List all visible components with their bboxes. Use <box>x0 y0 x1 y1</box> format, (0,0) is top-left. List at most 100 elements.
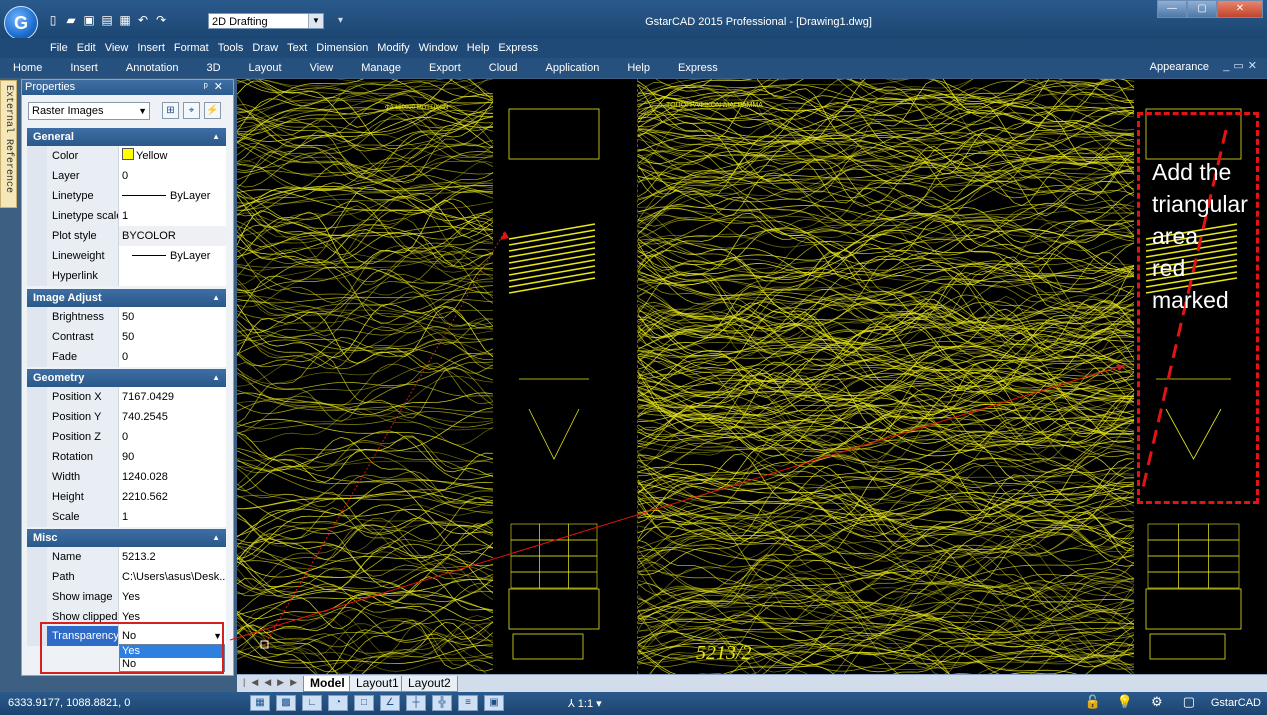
prop-row-show-image[interactable]: Show image Yes <box>27 587 226 607</box>
section-general[interactable]: General ▲ <box>27 128 226 146</box>
prop-value[interactable]: 2210.562 <box>119 487 226 507</box>
prop-value[interactable]: C:\Users\asus\Desk... <box>119 567 226 587</box>
grid-icon[interactable]: ▩ <box>276 695 296 711</box>
prop-row-brightness[interactable]: Brightness 50 <box>27 307 226 327</box>
prop-value[interactable]: 50 <box>119 307 226 327</box>
tab-help[interactable]: Help <box>627 61 650 75</box>
prop-row-lineweight[interactable]: Lineweight ByLayer <box>27 246 226 266</box>
workspace-icon[interactable]: ⚙ <box>1147 695 1167 711</box>
prop-value[interactable]: 740.2545 <box>119 407 226 427</box>
prop-value[interactable]: ByLayer <box>119 186 226 206</box>
prop-row-plot-style[interactable]: Plot style BYCOLOR <box>27 226 226 246</box>
external-reference-strip[interactable]: External Reference <box>0 80 17 208</box>
ortho-icon[interactable]: ∟ <box>302 695 322 711</box>
menu-view[interactable]: View <box>105 40 138 56</box>
prop-value[interactable]: Yellow <box>119 146 226 166</box>
minimize-button[interactable]: — <box>1157 0 1187 18</box>
menu-tools[interactable]: Tools <box>218 40 253 56</box>
select-objects-button[interactable]: ⌖ <box>183 102 200 119</box>
prop-row-linetype[interactable]: Linetype ByLayer <box>27 186 226 206</box>
prop-row-position-x[interactable]: Position X 7167.0429 <box>27 387 226 407</box>
tab-model[interactable]: Model <box>303 676 352 692</box>
prop-value[interactable] <box>119 266 226 286</box>
ribbon-window-controls[interactable]: _▭✕ <box>1223 59 1261 72</box>
menu-window[interactable]: Window <box>419 40 467 56</box>
tab-layout1[interactable]: Layout1 <box>349 676 406 692</box>
prop-value[interactable]: 90 <box>119 447 226 467</box>
tab-express[interactable]: Express <box>678 61 718 75</box>
model-paper-icon[interactable]: ▣ <box>484 695 504 711</box>
lineweight-icon[interactable]: ≡ <box>458 695 478 711</box>
tab-manage[interactable]: Manage <box>361 61 401 75</box>
prop-value[interactable]: 5213.2 <box>119 547 226 567</box>
object-type-select[interactable]: Raster Images ▼ <box>28 102 150 120</box>
menu-format[interactable]: Format <box>174 40 218 56</box>
snap-icon[interactable]: ▦ <box>250 695 270 711</box>
prop-row-hyperlink[interactable]: Hyperlink <box>27 266 226 286</box>
section-geometry[interactable]: Geometry ▲ <box>27 369 226 387</box>
tab-cloud[interactable]: Cloud <box>489 61 518 75</box>
menu-text[interactable]: Text <box>287 40 316 56</box>
lightbulb-icon[interactable]: 💡 <box>1115 695 1135 711</box>
section-image-adjust[interactable]: Image Adjust ▲ <box>27 289 226 307</box>
tab-annotation[interactable]: Annotation <box>126 61 179 75</box>
drawing-canvas[interactable]: ΦΑ 150000 ΜΟΤΣΙΚΟΝ ΤΟΠΟΓΡΑΦΙΚΟΝ ΔΙΑΓΡΑΜΜ… <box>237 79 1267 674</box>
prop-value[interactable]: 1 <box>119 507 226 527</box>
toggle-pickadd-button[interactable]: ⊞ <box>162 102 179 119</box>
prop-value[interactable]: 0 <box>119 427 226 447</box>
tab-insert[interactable]: Insert <box>70 61 98 75</box>
tab-3d[interactable]: 3D <box>206 61 220 75</box>
menu-express[interactable]: Express <box>498 40 547 56</box>
dynamic-ucs-icon[interactable]: ┼ <box>406 695 426 711</box>
pin-icon[interactable]: ᵖ <box>204 81 214 93</box>
otrack-icon[interactable]: ∠ <box>380 695 400 711</box>
layout-nav-arrows-icon[interactable]: |◀◀▶▶| <box>243 677 311 688</box>
menu-edit[interactable]: Edit <box>77 40 105 56</box>
prop-value[interactable]: BYCOLOR <box>119 226 226 246</box>
close-button[interactable]: ✕ <box>1217 0 1263 18</box>
prop-row-rotation[interactable]: Rotation 90 <box>27 447 226 467</box>
menu-dimension[interactable]: Dimension <box>316 40 377 56</box>
tab-export[interactable]: Export <box>429 61 461 75</box>
section-misc[interactable]: Misc ▲ <box>27 529 226 547</box>
osnap-icon[interactable]: □ <box>354 695 374 711</box>
prop-row-scale[interactable]: Scale 1 <box>27 507 226 527</box>
quick-select-button[interactable]: ⚡ <box>204 102 221 119</box>
prop-row-name[interactable]: Name 5213.2 <box>27 547 226 567</box>
clean-screen-icon[interactable]: ▢ <box>1179 695 1199 711</box>
prop-row-position-z[interactable]: Position Z0 <box>27 427 226 447</box>
raster-image-left-sheet[interactable]: ΦΑ 150000 ΜΟΤΣΙΚΟΝ <box>237 79 637 674</box>
prop-value[interactable]: 1 <box>119 206 226 226</box>
prop-row-fade[interactable]: Fade 0 <box>27 347 226 367</box>
prop-row-contrast[interactable]: Contrast 50 <box>27 327 226 347</box>
prop-row-position-y[interactable]: Position Y 740.2545 <box>27 407 226 427</box>
menu-file[interactable]: File <box>50 40 77 56</box>
tab-application[interactable]: Application <box>546 61 600 75</box>
prop-value[interactable]: 7167.0429 <box>119 387 226 407</box>
tab-layout2[interactable]: Layout2 <box>401 676 458 692</box>
appearance-menu[interactable]: Appearance <box>1150 61 1209 73</box>
prop-value[interactable]: 1240.028 <box>119 467 226 487</box>
prop-row-height[interactable]: Height 2210.562 <box>27 487 226 507</box>
menu-draw[interactable]: Draw <box>252 40 287 56</box>
prop-value[interactable]: 0 <box>119 347 226 367</box>
menu-insert[interactable]: Insert <box>137 40 174 56</box>
polar-icon[interactable]: ◔ <box>328 695 348 711</box>
dynamic-input-icon[interactable]: ╬ <box>432 695 452 711</box>
prop-row-color[interactable]: Color Yellow <box>27 146 226 166</box>
prop-row-width[interactable]: Width 1240.028 <box>27 467 226 487</box>
tab-view[interactable]: View <box>310 61 334 75</box>
tab-home[interactable]: Home <box>13 61 42 75</box>
menu-modify[interactable]: Modify <box>377 40 418 56</box>
prop-value[interactable]: ByLayer <box>119 246 226 266</box>
lock-icon[interactable]: 🔓 <box>1083 695 1103 711</box>
prop-value[interactable]: 50 <box>119 327 226 347</box>
tab-layout[interactable]: Layout <box>249 61 282 75</box>
menu-help[interactable]: Help <box>467 40 499 56</box>
prop-row-path[interactable]: Path C:\Users\asus\Desk... <box>27 567 226 587</box>
prop-row-layer[interactable]: Layer 0 <box>27 166 226 186</box>
close-icon[interactable]: ✕ <box>214 81 229 93</box>
prop-row-linetype-scale[interactable]: Linetype scale 1 <box>27 206 226 226</box>
maximize-button[interactable]: ▢ <box>1187 0 1217 18</box>
annotation-scale[interactable]: ⅄ 1:1 ▾ <box>568 697 602 710</box>
